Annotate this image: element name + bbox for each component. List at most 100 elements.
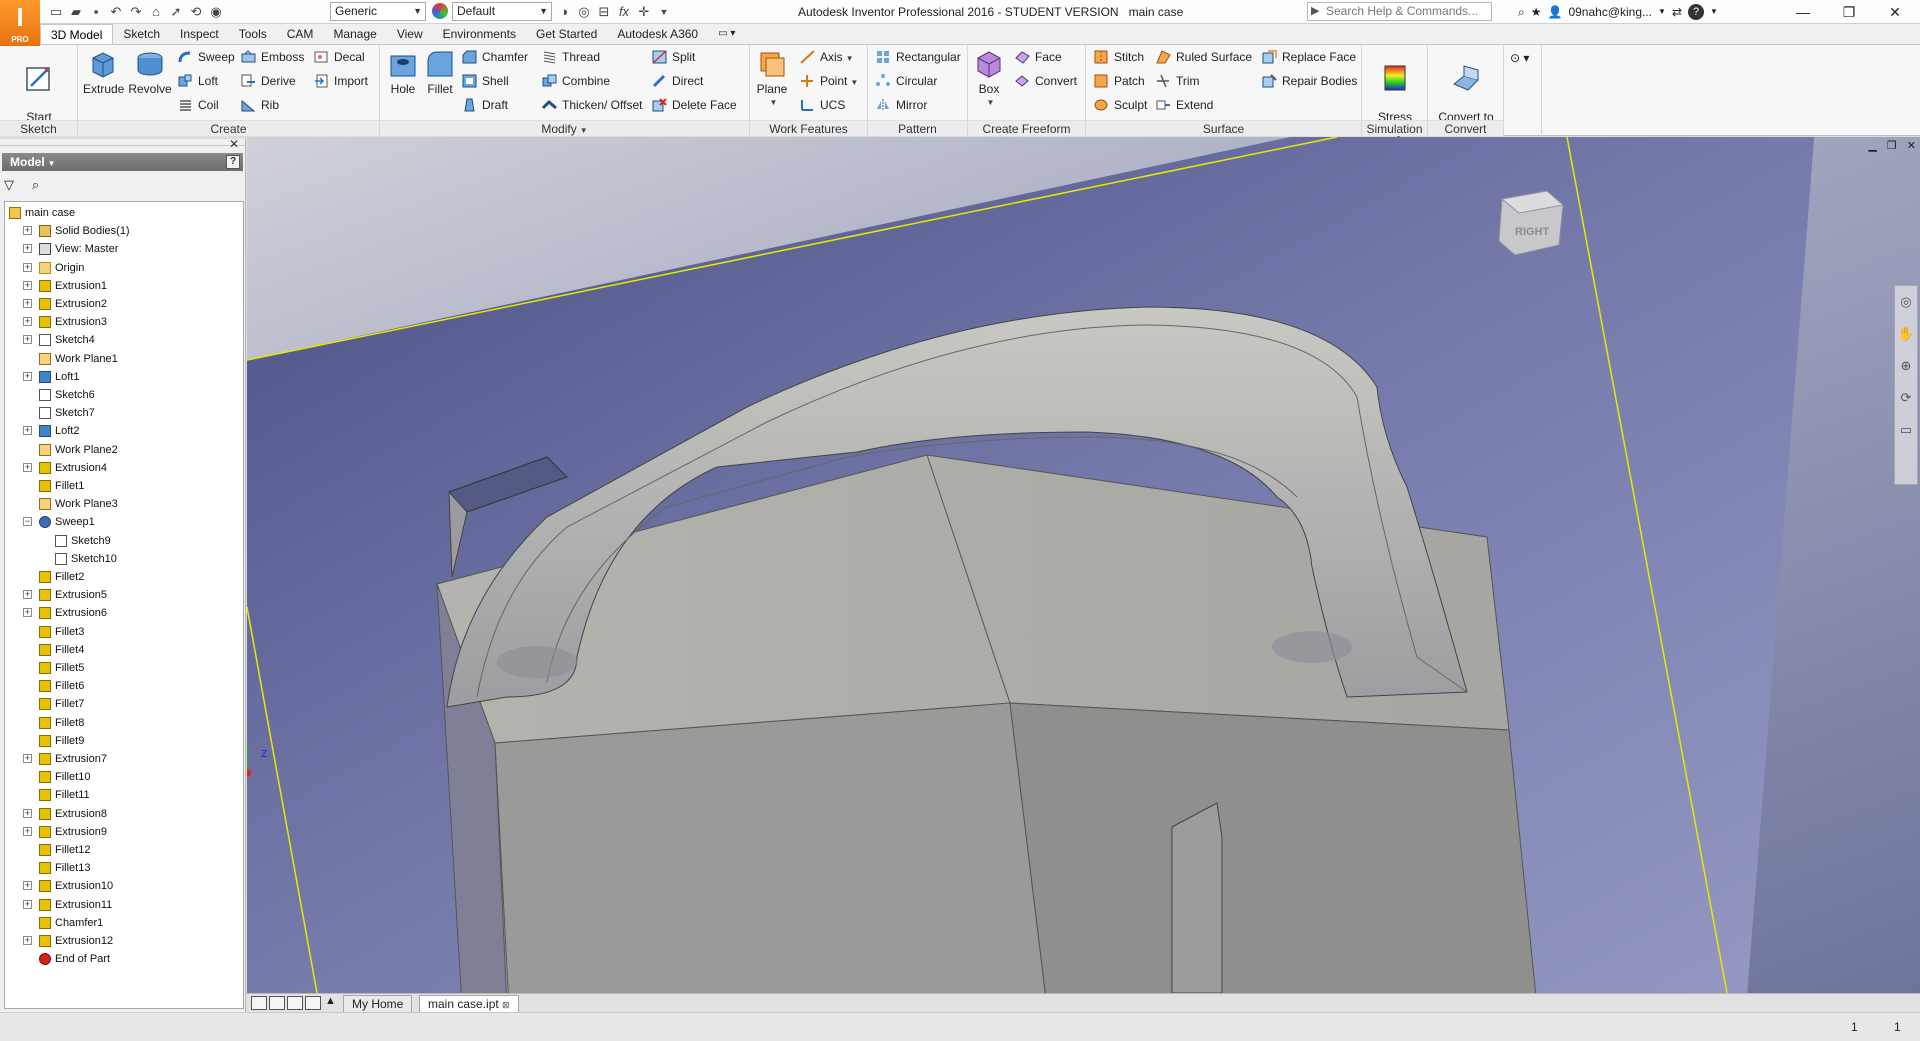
tab-cam[interactable]: CAM <box>277 24 324 44</box>
tree-node-fillet10[interactable]: Fillet10 <box>5 768 241 786</box>
expand-icon[interactable]: + <box>23 317 32 327</box>
tree-node-extrusion3[interactable]: + Extrusion3 <box>5 313 241 331</box>
ruled-surface-button[interactable]: Ruled Surface <box>1156 47 1252 67</box>
direct-edit-button[interactable]: Direct <box>652 71 703 91</box>
tree-node-extrusion8[interactable]: + Extrusion8 <box>5 805 241 823</box>
tree-node-extrusion11[interactable]: + Extrusion11 <box>5 896 241 914</box>
select-arrow-icon[interactable]: ➚ <box>168 4 184 20</box>
expand-icon[interactable]: + <box>23 426 32 436</box>
tree-node-extrusion10[interactable]: + Extrusion10 <box>5 877 241 895</box>
expand-icon[interactable]: + <box>23 335 32 345</box>
tree-node-sweep1[interactable]: − Sweep1 <box>5 513 241 531</box>
tab-sketch[interactable]: Sketch <box>113 24 170 44</box>
tree-node-fillet13[interactable]: Fillet13 <box>5 859 241 877</box>
shell-button[interactable]: Shell <box>462 71 509 91</box>
tab-manage[interactable]: Manage <box>323 24 386 44</box>
tree-node-sketch10[interactable]: Sketch10 <box>5 550 241 568</box>
mirror-button[interactable]: Mirror <box>876 95 927 115</box>
expand-icon[interactable]: + <box>23 754 32 763</box>
filter-icon[interactable]: ▽ <box>4 177 14 195</box>
graphics-viewport[interactable]: RIGHT Z ▁ ❐ ✕ ◎ ✋ ⊕ ⟳ ▭ <box>247 137 1920 993</box>
case-side-face[interactable] <box>1009 702 1537 993</box>
expand-icon[interactable]: + <box>23 371 32 381</box>
emboss-button[interactable]: Emboss <box>241 47 304 67</box>
combine-button[interactable]: Combine <box>542 71 610 91</box>
revolve-button[interactable]: Revolve <box>127 48 173 96</box>
tab-autodesk-a360[interactable]: Autodesk A360 <box>607 24 708 44</box>
tree-node-main-case[interactable]: main case <box>5 204 241 222</box>
tab-get-started[interactable]: Get Started <box>526 24 607 44</box>
tree-node-sketch4[interactable]: + Sketch4 <box>5 331 241 349</box>
home-icon[interactable]: ⌂ <box>148 4 164 20</box>
tree-node-sketch6[interactable]: Sketch6 <box>5 386 241 404</box>
tile-vertical-icon[interactable] <box>305 996 321 1010</box>
tree-node-fillet11[interactable]: Fillet11 <box>5 786 241 804</box>
expand-icon[interactable]: + <box>23 226 32 236</box>
doc-tab-main-case[interactable]: main case.ipt ⊠ <box>419 995 519 1013</box>
bottom-bracket[interactable] <box>1171 802 1223 993</box>
expand-icon[interactable]: + <box>23 899 32 909</box>
circular-pattern-button[interactable]: Circular <box>876 71 937 91</box>
tab-3d-model[interactable]: 3D Model <box>40 24 114 44</box>
trim-button[interactable]: Trim <box>1156 71 1200 91</box>
tree-node-loft1[interactable]: + Loft1 <box>5 368 241 386</box>
freeform-face-button[interactable]: Face <box>1015 47 1062 67</box>
freeform-convert-button[interactable]: Convert <box>1015 71 1077 91</box>
appearance-combo[interactable]: Default ▼ <box>452 2 552 21</box>
ucs-button[interactable]: UCS <box>800 95 845 115</box>
adjust-icon[interactable]: ◑ <box>556 4 572 20</box>
tree-node-sketch7[interactable]: Sketch7 <box>5 404 241 422</box>
cascade-icon[interactable] <box>287 996 303 1010</box>
tree-node-fillet6[interactable]: Fillet6 <box>5 677 241 695</box>
undo-icon[interactable]: ↶ <box>108 4 124 20</box>
point-button[interactable]: Point ▼ <box>800 71 858 91</box>
tree-node-loft2[interactable]: + Loft2 <box>5 422 241 440</box>
loft-button[interactable]: Loft <box>178 71 218 91</box>
expand-icon[interactable]: + <box>23 936 32 945</box>
tab-tools[interactable]: Tools <box>229 24 277 44</box>
viewcube[interactable]: RIGHT <box>1498 190 1565 256</box>
rib-button[interactable]: Rib <box>241 95 279 115</box>
expand-icon[interactable]: + <box>23 462 32 472</box>
steering-wheel-icon[interactable]: ◎ <box>1895 286 1917 318</box>
tree-node-sketch9[interactable]: Sketch9 <box>5 532 241 550</box>
expand-icon[interactable]: + <box>23 608 32 618</box>
find-binoculars-icon[interactable]: ⌕ <box>32 177 39 195</box>
tree-node-chamfer1[interactable]: Chamfer1 <box>5 914 241 932</box>
case-front-face[interactable] <box>494 702 1047 993</box>
tree-node-solid-bodies-1[interactable]: + Solid Bodies(1) <box>5 222 241 240</box>
plus-icon[interactable]: ✛ <box>636 4 652 20</box>
orbit-icon[interactable]: ⟳ <box>1895 382 1917 414</box>
browser-header[interactable]: Model ▼? <box>2 153 243 171</box>
doc-tab-my-home[interactable]: My Home <box>343 995 413 1013</box>
split-button[interactable]: Split <box>652 47 695 67</box>
collapse-icon[interactable]: − <box>23 517 32 527</box>
expand-icon[interactable]: + <box>23 299 32 308</box>
tree-node-fillet9[interactable]: Fillet9 <box>5 732 241 750</box>
update-icon[interactable]: ⟲ <box>188 4 204 20</box>
import-button[interactable]: Import <box>314 71 368 91</box>
user-chevron-icon[interactable]: ▼ <box>1658 0 1666 24</box>
tree-node-fillet5[interactable]: Fillet5 <box>5 659 241 677</box>
restore-icon[interactable]: ❐ <box>1826 0 1872 24</box>
patch-button[interactable]: Patch <box>1094 71 1145 91</box>
help-icon[interactable]: ? <box>1688 4 1705 20</box>
tree-node-work-plane1[interactable]: Work Plane1 <box>5 350 241 368</box>
derive-button[interactable]: Derive <box>241 71 296 91</box>
tree-node-fillet2[interactable]: Fillet2 <box>5 568 241 586</box>
thread-button[interactable]: Thread <box>542 47 600 67</box>
fx-parameters-icon[interactable]: fx <box>616 4 632 20</box>
tab-inspect[interactable]: Inspect <box>170 24 229 44</box>
tree-node-fillet1[interactable]: Fillet1 <box>5 477 241 495</box>
user-name[interactable]: 09nahc@king... <box>1568 0 1652 24</box>
panel-modify-label[interactable]: Modify ▼ <box>380 120 749 136</box>
expand-icon[interactable]: + <box>23 280 32 290</box>
coil-button[interactable]: Coil <box>178 95 219 115</box>
expand-icon[interactable]: + <box>23 808 32 818</box>
tree-node-extrusion9[interactable]: + Extrusion9 <box>5 823 241 841</box>
inventor-app-logo-button[interactable]: I PRO <box>0 0 40 46</box>
viewport-restore-icon[interactable]: ❐ <box>1887 139 1897 152</box>
hole-button[interactable]: Hole <box>385 48 421 96</box>
chamfer-button[interactable]: Chamfer <box>462 47 528 67</box>
tree-node-fillet7[interactable]: Fillet7 <box>5 695 241 713</box>
